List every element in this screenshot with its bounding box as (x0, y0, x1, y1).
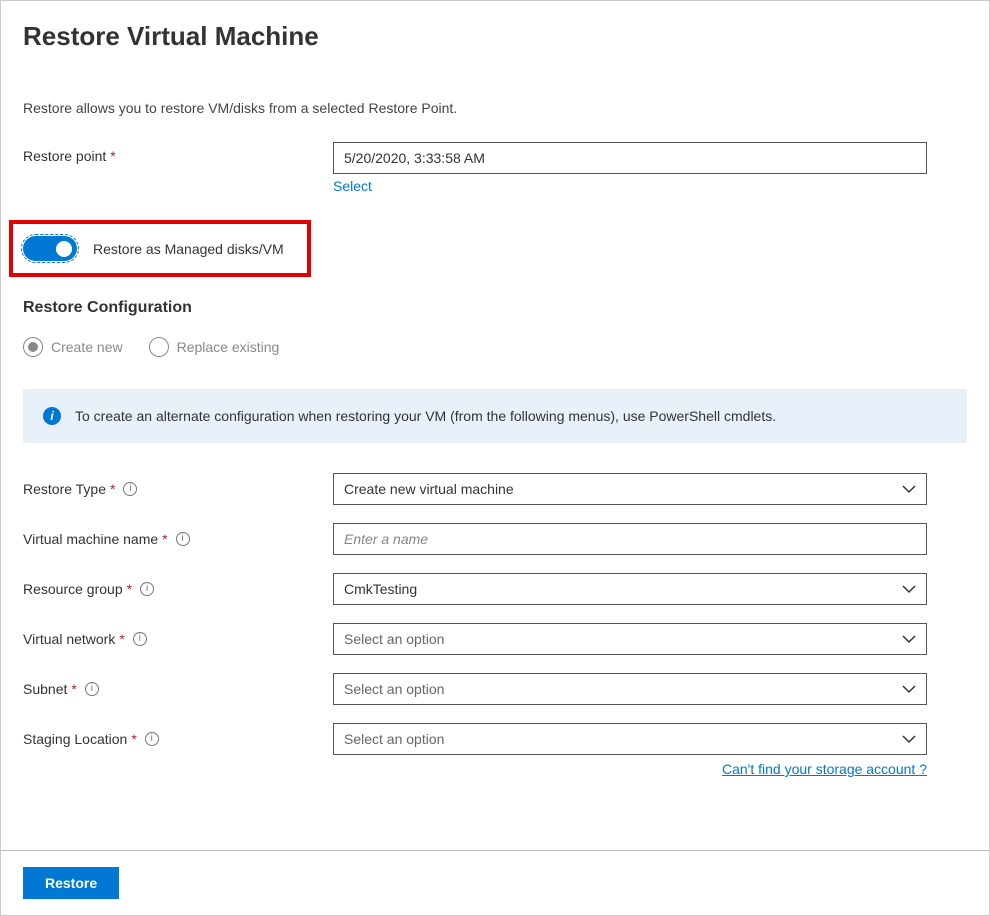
chevron-down-icon (902, 732, 916, 746)
virtual-network-select[interactable]: Select an option (333, 623, 927, 655)
info-icon[interactable]: i (145, 732, 159, 746)
restore-button[interactable]: Restore (23, 867, 119, 899)
chevron-down-icon (902, 582, 916, 596)
page-description: Restore allows you to restore VM/disks f… (23, 100, 967, 116)
radio-replace-existing-label: Replace existing (177, 339, 280, 355)
restore-point-input[interactable] (333, 142, 927, 174)
resource-group-select[interactable]: CmkTesting (333, 573, 927, 605)
page-title: Restore Virtual Machine (23, 21, 967, 52)
select-restore-point-link[interactable]: Select (333, 178, 372, 194)
virtual-network-label: Virtual network* i (23, 631, 333, 647)
radio-create-new[interactable]: Create new (23, 337, 123, 357)
subnet-label: Subnet* i (23, 681, 333, 697)
info-icon[interactable]: i (123, 482, 137, 496)
info-icon[interactable]: i (140, 582, 154, 596)
info-icon[interactable]: i (133, 632, 147, 646)
info-icon[interactable]: i (176, 532, 190, 546)
info-banner-text: To create an alternate configuration whe… (75, 408, 776, 424)
radio-replace-existing[interactable]: Replace existing (149, 337, 280, 357)
vm-name-label: Virtual machine name* i (23, 531, 333, 547)
resource-group-label: Resource group* i (23, 581, 333, 597)
chevron-down-icon (902, 632, 916, 646)
restore-type-label: Restore Type* i (23, 481, 333, 497)
restore-configuration-title: Restore Configuration (23, 299, 967, 317)
subnet-select[interactable]: Select an option (333, 673, 927, 705)
staging-location-select[interactable]: Select an option (333, 723, 927, 755)
chevron-down-icon (902, 482, 916, 496)
info-icon: i (43, 407, 61, 425)
restore-type-select[interactable]: Create new virtual machine (333, 473, 927, 505)
storage-account-link[interactable]: Can't find your storage account ? (722, 761, 927, 777)
restore-as-managed-toggle[interactable] (23, 236, 77, 261)
radio-create-new-label: Create new (51, 339, 123, 355)
info-banner: i To create an alternate configuration w… (23, 389, 967, 443)
footer: Restore (1, 850, 989, 915)
vm-name-input[interactable] (333, 523, 927, 555)
restore-point-label: Restore point* (23, 142, 333, 164)
info-icon[interactable]: i (85, 682, 99, 696)
managed-disks-highlight: Restore as Managed disks/VM (9, 220, 311, 277)
staging-location-label: Staging Location* i (23, 731, 333, 747)
restore-as-managed-label: Restore as Managed disks/VM (93, 241, 284, 257)
chevron-down-icon (902, 682, 916, 696)
